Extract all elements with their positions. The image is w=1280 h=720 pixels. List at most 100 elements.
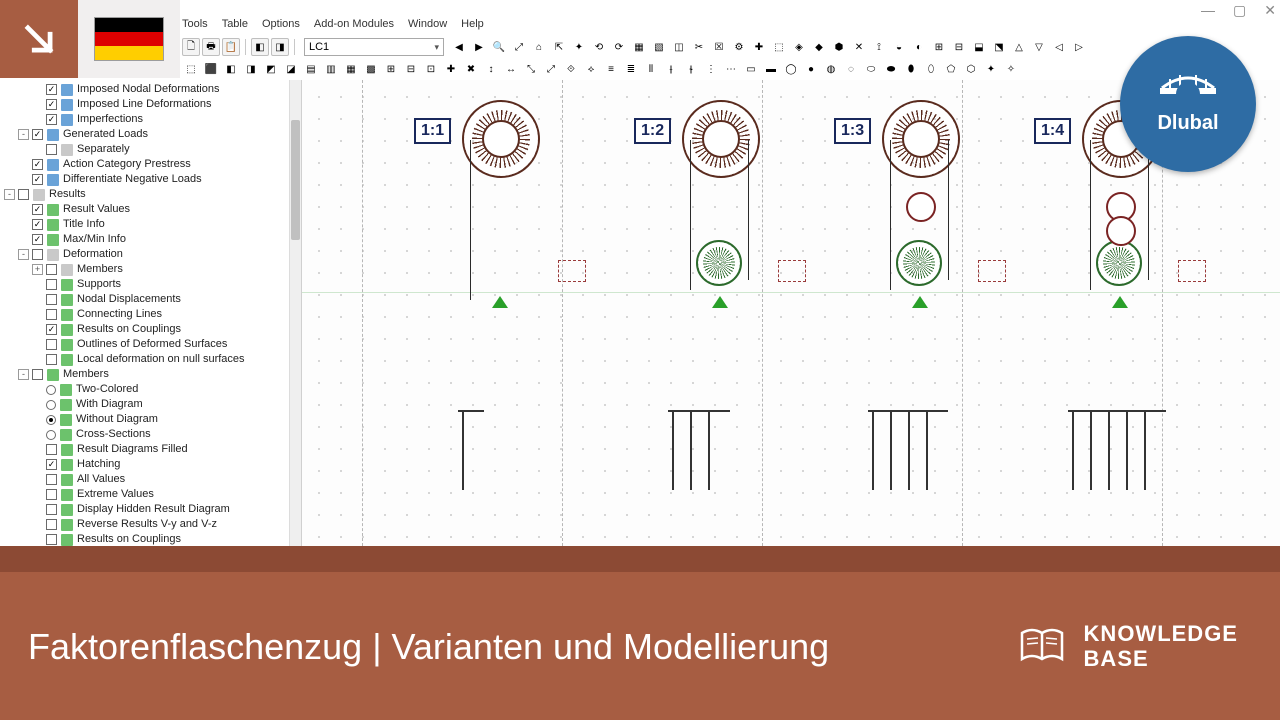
toolbar-button[interactable]: ⇱ — [550, 38, 568, 56]
checkbox-icon[interactable] — [46, 279, 57, 290]
toolbar-button[interactable]: ⟲ — [590, 38, 608, 56]
load-case-combo[interactable]: LC1 — [304, 38, 444, 56]
menu-item[interactable]: Options — [262, 18, 300, 36]
checkbox-icon[interactable] — [46, 444, 57, 455]
toolbar-button[interactable]: ▽ — [1030, 38, 1048, 56]
toolbar-button[interactable]: ✕ — [850, 38, 868, 56]
tree-item[interactable]: All Values — [4, 472, 297, 487]
checkbox-icon[interactable] — [46, 459, 57, 470]
toolbar-button[interactable]: ⊞ — [930, 38, 948, 56]
checkbox-icon[interactable] — [32, 204, 43, 215]
toolbar-button[interactable]: ⟳ — [610, 38, 628, 56]
toolbar-button[interactable]: ⋮ — [702, 60, 720, 78]
tree-item[interactable]: Display Hidden Result Diagram — [4, 502, 297, 517]
toolbar-button[interactable]: △ — [1010, 38, 1028, 56]
checkbox-icon[interactable] — [46, 489, 57, 500]
toolbar-button[interactable]: ⬡ — [962, 60, 980, 78]
model-viewport[interactable]: 1:11:21:31:4 — [302, 80, 1280, 546]
tree-item[interactable]: Cross-Sections — [4, 427, 297, 442]
tree-item[interactable]: Hatching — [4, 457, 297, 472]
toolbar-button[interactable]: ✂ — [690, 38, 708, 56]
checkbox-icon[interactable] — [32, 159, 43, 170]
toolbar-button[interactable]: ⟡ — [582, 60, 600, 78]
tree-item[interactable]: Imperfections — [4, 112, 297, 127]
toolbar-button[interactable]: ◁ — [1050, 38, 1068, 56]
tree-item[interactable]: -Results — [4, 187, 297, 202]
main-toolbar[interactable]: 🗋 🖶 📋 ◧ ◨ LC1 ◀▶🔍⤢⌂⇱✦⟲⟳▦▧◫✂☒⚙✚⬚◈◆⬢✕⟟◒◐⊞⊟… — [182, 36, 1088, 58]
toolbar-button[interactable]: ▥ — [322, 60, 340, 78]
toolbar-button[interactable]: ⬓ — [970, 38, 988, 56]
tree-item[interactable]: Imposed Line Deformations — [4, 97, 297, 112]
tree-item[interactable]: Max/Min Info — [4, 232, 297, 247]
menu-item[interactable]: Table — [222, 18, 248, 36]
toolbar-button[interactable]: ⤡ — [522, 60, 540, 78]
toolbar-button[interactable]: ✖ — [462, 60, 480, 78]
tree-item[interactable]: Result Values — [4, 202, 297, 217]
toolbar-button[interactable]: ▭ — [742, 60, 760, 78]
toolbar-button[interactable]: ⚙ — [730, 38, 748, 56]
checkbox-icon[interactable] — [46, 144, 57, 155]
checkbox-icon[interactable] — [46, 114, 57, 125]
collapse-icon[interactable]: - — [18, 369, 29, 380]
toolbar-button[interactable]: ▧ — [650, 38, 668, 56]
toolbar-button[interactable]: ⬠ — [942, 60, 960, 78]
secondary-toolbar[interactable]: ⬚⬛◧◨◩◪▤▥▦▩⊞⊟⊡✚✖↕↔⤡⤢⟐⟡≡≣⫴⫲⫳⋮⋯▭▬◯●◍◌⬭⬬⬮⬯⬠⬡… — [182, 58, 1020, 80]
checkbox-icon[interactable] — [46, 504, 57, 515]
toolbar-button[interactable]: ✚ — [750, 38, 768, 56]
toolbar-button[interactable]: ⤢ — [542, 60, 560, 78]
navigator-scrollbar[interactable] — [289, 80, 301, 546]
toolbar-button[interactable]: ◫ — [670, 38, 688, 56]
tree-item[interactable]: -Members — [4, 367, 297, 382]
toolbar-button[interactable]: ▩ — [362, 60, 380, 78]
tree-item[interactable]: -Deformation — [4, 247, 297, 262]
tree-item[interactable]: Action Category Prestress — [4, 157, 297, 172]
tree-item[interactable]: Local deformation on null surfaces — [4, 352, 297, 367]
maximize-icon[interactable]: ▢ — [1233, 2, 1246, 19]
tree-item[interactable]: Imposed Nodal Deformations — [4, 82, 297, 97]
toolbar-button[interactable]: ⬚ — [182, 60, 200, 78]
minimize-icon[interactable]: — — [1201, 2, 1215, 19]
checkbox-icon[interactable] — [32, 234, 43, 245]
expand-icon[interactable]: + — [32, 264, 43, 275]
toolbar-button[interactable]: ⬚ — [770, 38, 788, 56]
toolbar-button[interactable]: 🗋 — [182, 38, 200, 56]
tree-item[interactable]: -Generated Loads — [4, 127, 297, 142]
radio-icon[interactable] — [46, 400, 56, 410]
toolbar-button[interactable]: ↔ — [502, 60, 520, 78]
tree-item[interactable]: Two-Colored — [4, 382, 297, 397]
radio-icon[interactable] — [46, 430, 56, 440]
toolbar-button[interactable]: ⌂ — [530, 38, 548, 56]
toolbar-button[interactable]: ▤ — [302, 60, 320, 78]
toolbar-button[interactable]: ⫲ — [662, 60, 680, 78]
toolbar-button[interactable]: ▦ — [630, 38, 648, 56]
toolbar-button[interactable]: ▦ — [342, 60, 360, 78]
toolbar-button[interactable]: ▷ — [1070, 38, 1088, 56]
toolbar-button[interactable]: ⊡ — [422, 60, 440, 78]
toolbar-button[interactable]: ◌ — [842, 60, 860, 78]
toolbar-button[interactable]: ⬢ — [830, 38, 848, 56]
toolbar-button[interactable]: ⬛ — [202, 60, 220, 78]
toolbar-button[interactable]: ⬮ — [902, 60, 920, 78]
radio-icon[interactable] — [46, 415, 56, 425]
radio-icon[interactable] — [46, 385, 56, 395]
tree-item[interactable]: Results on Couplings — [4, 322, 297, 337]
toolbar-button[interactable]: ● — [802, 60, 820, 78]
toolbar-button[interactable]: ◪ — [282, 60, 300, 78]
toolbar-button[interactable]: ◆ — [810, 38, 828, 56]
toolbar-button[interactable]: ◩ — [262, 60, 280, 78]
toolbar-button[interactable]: ◨ — [271, 38, 289, 56]
toolbar-button[interactable]: ⊞ — [382, 60, 400, 78]
tree-item[interactable]: Supports — [4, 277, 297, 292]
menu-item[interactable]: Tools — [182, 18, 208, 36]
toolbar-button[interactable]: ◐ — [910, 38, 928, 56]
checkbox-icon[interactable] — [46, 354, 57, 365]
toolbar-button[interactable]: 📋 — [222, 38, 240, 56]
menu-item[interactable]: Help — [461, 18, 484, 36]
window-controls[interactable]: — ▢ ✕ — [1201, 2, 1276, 19]
toolbar-button[interactable]: ◒ — [890, 38, 908, 56]
scrollbar-thumb[interactable] — [291, 120, 300, 240]
checkbox-icon[interactable] — [32, 369, 43, 380]
checkbox-icon[interactable] — [32, 219, 43, 230]
toolbar-button[interactable]: ⊟ — [950, 38, 968, 56]
tree-item[interactable]: Extreme Values — [4, 487, 297, 502]
